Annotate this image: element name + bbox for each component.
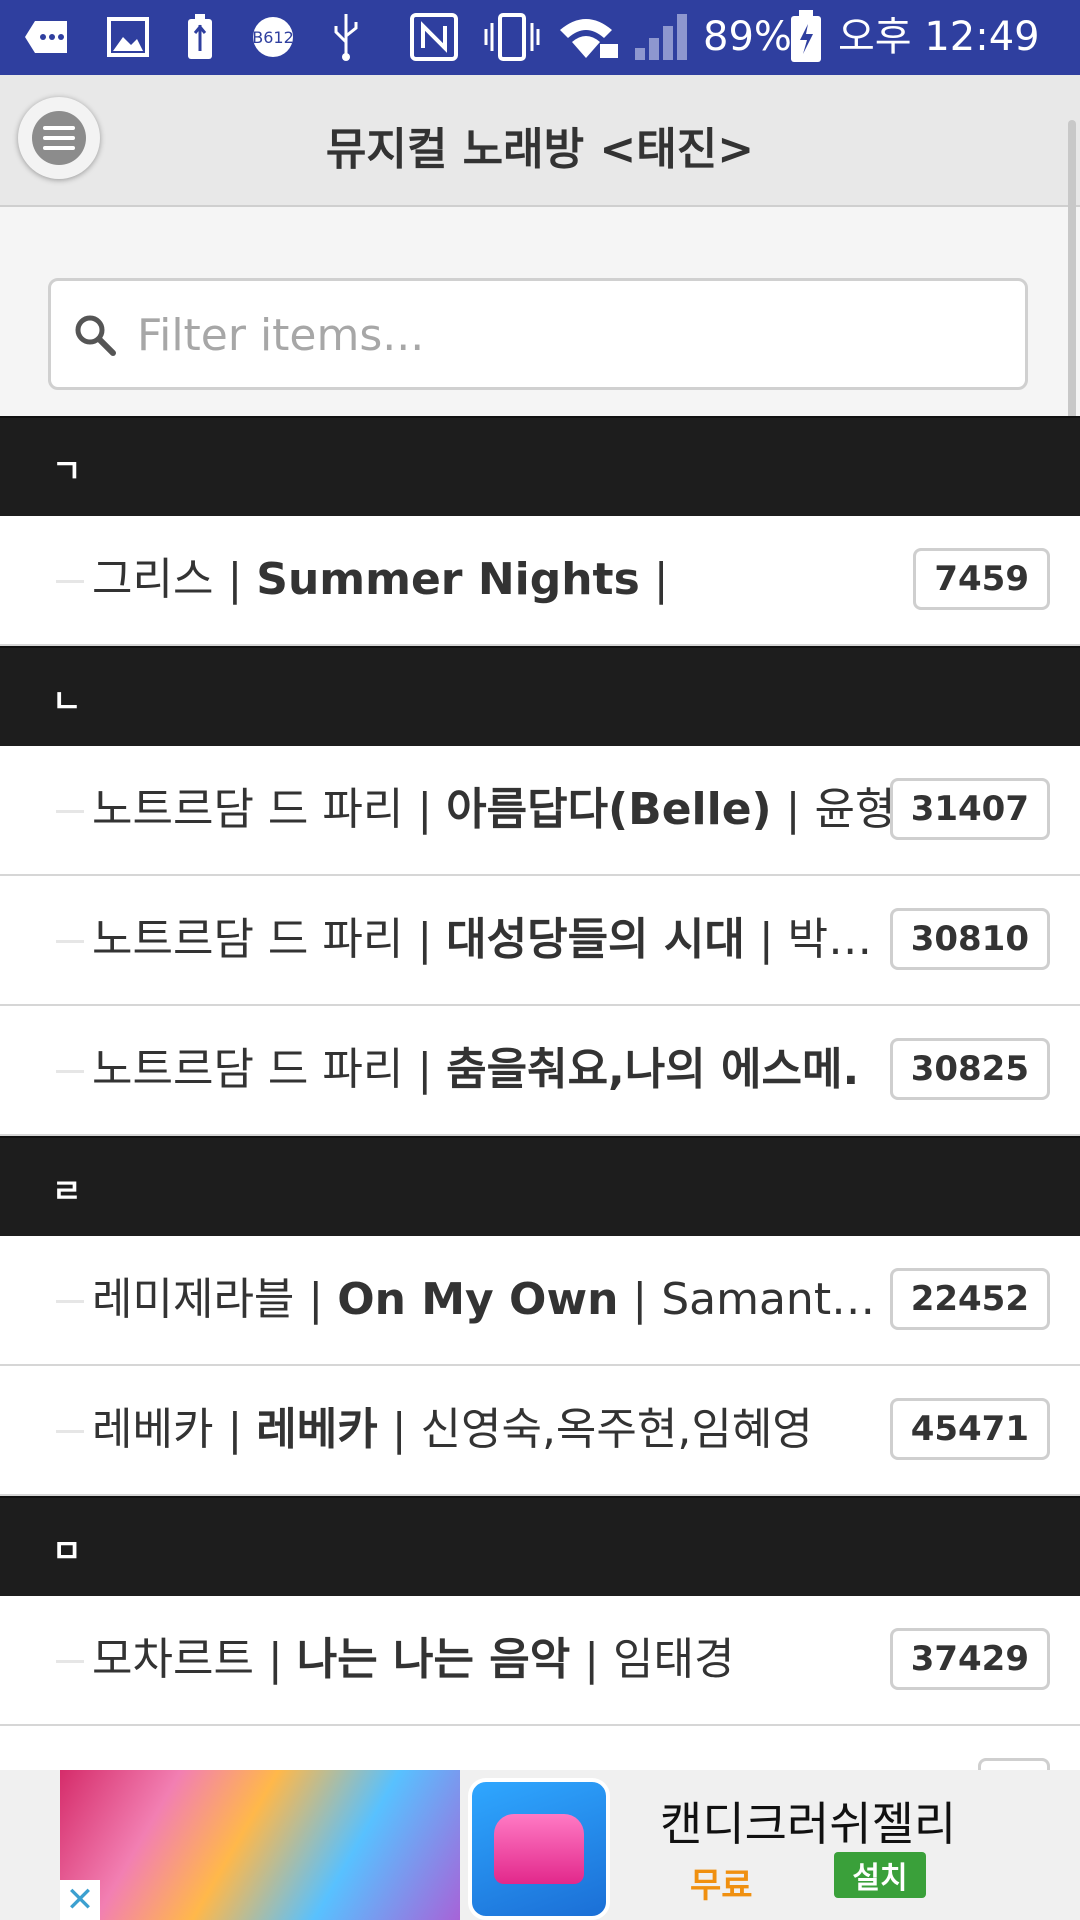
song-code-badge: 7459	[913, 548, 1050, 610]
nfc-icon	[408, 12, 460, 62]
song-code-badge: 30810	[889, 908, 1050, 970]
list-item[interactable]: 레미제라블 | On My Own | Samantha B. 22452	[0, 1236, 1080, 1366]
vibrate-icon	[484, 12, 540, 62]
usb-icon	[326, 12, 366, 62]
svg-text:B612: B612	[252, 28, 294, 47]
app-header: 뮤지컬 노래방 <태진>	[0, 75, 1080, 207]
search-icon	[73, 313, 117, 361]
song-code-badge: 31407	[889, 778, 1050, 840]
battery-icon	[786, 10, 826, 62]
song-code-badge: 37429	[889, 1628, 1050, 1690]
list-item[interactable]: 모차르트 | 나는 나는 음악 | 임태경 37429	[0, 1596, 1080, 1726]
song-code-badge: 22452	[889, 1268, 1050, 1330]
list-item[interactable]: 노트르담 드 파리 | 아름답다(Belle) | 윤형 31407	[0, 746, 1080, 876]
section-header: ㄴ	[0, 646, 1080, 746]
ad-price: 무료	[690, 1866, 753, 1906]
ad-close-icon[interactable]: ✕	[60, 1880, 100, 1920]
signal-icon	[632, 12, 692, 62]
page-title: 뮤지컬 노래방 <태진>	[325, 124, 755, 175]
ad-install-button[interactable]: 설치	[834, 1852, 926, 1898]
ad-banner[interactable]: 캔디크러쉬젤리 무료 설치 ✕	[0, 1770, 1080, 1920]
list-item[interactable]: 레베카 | 레베카 | 신영숙,옥주현,임혜영 45471	[0, 1366, 1080, 1496]
list-item[interactable]: 그리스 | Summer Nights | 7459	[0, 516, 1080, 646]
gallery-icon	[104, 12, 152, 62]
status-bar: B612 89% 오후 12:49	[0, 0, 1080, 75]
b612-icon: B612	[248, 12, 298, 62]
search-box[interactable]	[48, 278, 1028, 390]
song-code-badge: 30825	[889, 1038, 1050, 1100]
battery-percent: 89%	[703, 14, 792, 60]
search-input[interactable]	[135, 299, 999, 371]
ad-app-icon[interactable]	[468, 1778, 610, 1920]
song-list: ㄱ 그리스 | Summer Nights | 7459 ㄴ 노트르담 드 파리…	[0, 416, 1080, 1856]
section-header: ㄱ	[0, 416, 1080, 516]
section-header: ㅁ	[0, 1496, 1080, 1596]
wifi-lock-icon	[556, 12, 620, 62]
ad-title[interactable]: 캔디크러쉬젤리	[660, 1788, 956, 1854]
section-header: ㄹ	[0, 1136, 1080, 1236]
notification-icon	[22, 12, 70, 62]
song-code-badge: 45471	[889, 1398, 1050, 1460]
list-item[interactable]: 노트르담 드 파리 | 춤을춰요,나의 에스메. 30825	[0, 1006, 1080, 1136]
clock: 오후 12:49	[838, 14, 1040, 60]
ad-image[interactable]	[60, 1770, 460, 1920]
list-item[interactable]: 노트르담 드 파리 | 대성당들의 시대 | 박… 30810	[0, 876, 1080, 1006]
usb-battery-icon	[180, 12, 220, 62]
